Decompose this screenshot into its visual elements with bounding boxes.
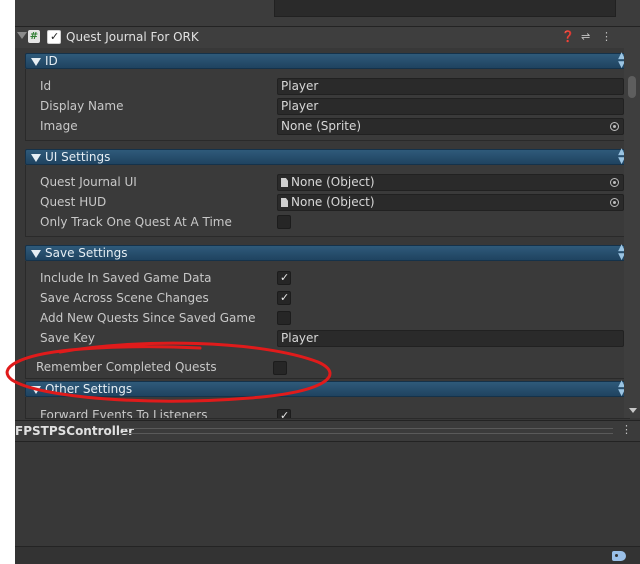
checkmark-icon: ✓ bbox=[50, 30, 60, 43]
object-picker-icon[interactable] bbox=[610, 198, 619, 207]
script-icon: # bbox=[28, 30, 40, 43]
forward-events-checkbox[interactable]: ✓ bbox=[277, 409, 291, 419]
drag-handle[interactable] bbox=[121, 428, 613, 434]
quest-journal-ui-value: None (Object) bbox=[291, 175, 375, 189]
file-icon bbox=[281, 198, 288, 207]
section-header-ui-settings[interactable]: UI Settings ▲ ▼ bbox=[25, 148, 630, 166]
field-label-include-saved: Include In Saved Game Data bbox=[40, 271, 212, 285]
vertical-scrollbar[interactable] bbox=[624, 48, 640, 418]
field-label-add-new-quests: Add New Quests Since Saved Game bbox=[40, 311, 256, 325]
quest-hud-value: None (Object) bbox=[291, 195, 375, 209]
section-header-other-settings[interactable]: Other Settings ▲ ▼ bbox=[25, 380, 630, 398]
image-object-field[interactable]: None (Sprite) bbox=[277, 118, 624, 135]
section-foldout-icon bbox=[31, 250, 41, 258]
field-label-only-track-one: Only Track One Quest At A Time bbox=[40, 215, 232, 229]
display-name-field[interactable]: Player bbox=[277, 98, 624, 115]
component-enabled-checkbox[interactable]: ✓ bbox=[47, 30, 61, 44]
image-field-value: None (Sprite) bbox=[281, 119, 362, 133]
object-picker-icon[interactable] bbox=[610, 178, 619, 187]
field-label-id: Id bbox=[40, 79, 52, 93]
section-foldout-icon bbox=[31, 58, 41, 66]
save-across-checkbox[interactable]: ✓ bbox=[277, 291, 291, 305]
kebab-menu-icon[interactable]: ⋮ bbox=[621, 424, 632, 436]
section-header-id[interactable]: ID ▲ ▼ bbox=[25, 52, 630, 70]
component-header-fpstpscontroller[interactable]: FPSTPSController ⋮ bbox=[15, 420, 640, 442]
checkmark-icon: ✓ bbox=[280, 409, 290, 419]
checkmark-icon: ✓ bbox=[280, 271, 290, 284]
only-track-one-checkbox[interactable] bbox=[277, 215, 291, 229]
field-label-save-across: Save Across Scene Changes bbox=[40, 291, 209, 305]
section-title: UI Settings bbox=[45, 150, 111, 164]
section-foldout-icon bbox=[31, 386, 41, 394]
section-body-id: Id Player Display Name Player Image None… bbox=[25, 69, 630, 141]
help-icon[interactable]: ❓ bbox=[561, 31, 575, 43]
section-title: Other Settings bbox=[45, 382, 133, 396]
field-label-quest-journal-ui: Quest Journal UI bbox=[40, 175, 137, 189]
field-label-forward-events: Forward Events To Listeners bbox=[40, 408, 208, 419]
presets-icon[interactable]: ⇌ bbox=[581, 31, 590, 43]
quest-journal-ui-field[interactable]: None (Object) bbox=[277, 174, 624, 191]
add-new-quests-checkbox[interactable] bbox=[277, 311, 291, 325]
component-title: FPSTPSController bbox=[15, 424, 135, 438]
remember-completed-checkbox[interactable] bbox=[273, 361, 287, 375]
object-picker-icon[interactable] bbox=[610, 122, 619, 131]
section-title: Save Settings bbox=[45, 246, 128, 260]
section-body-other-settings: Forward Events To Listeners ✓ bbox=[25, 397, 630, 419]
section-body-save-settings: Include In Saved Game Data ✓ Save Across… bbox=[25, 261, 630, 379]
scrollbar-thumb[interactable] bbox=[628, 76, 636, 98]
field-label-display-name: Display Name bbox=[40, 99, 124, 113]
component-header[interactable]: # ✓ Quest Journal For ORK ❓ ⇌ ⋮ bbox=[15, 27, 640, 48]
scroll-down-arrow-icon[interactable] bbox=[629, 408, 637, 413]
bottom-status-bar bbox=[15, 546, 640, 564]
kebab-menu-icon[interactable]: ⋮ bbox=[601, 31, 612, 43]
section-title: ID bbox=[45, 54, 58, 68]
save-key-field[interactable]: Player bbox=[277, 330, 624, 347]
previous-component-remnant bbox=[15, 0, 640, 27]
id-field[interactable]: Player bbox=[277, 78, 624, 95]
field-label-remember-completed: Remember Completed Quests bbox=[36, 360, 217, 374]
component-title: Quest Journal For ORK bbox=[66, 30, 199, 44]
field-label-save-key: Save Key bbox=[40, 331, 96, 345]
section-body-ui-settings: Quest Journal UI None (Object) Quest HUD… bbox=[25, 165, 630, 237]
field-label-quest-hud: Quest HUD bbox=[40, 195, 107, 209]
inspector-panel: # ✓ Quest Journal For ORK ❓ ⇌ ⋮ ID ▲ ▼ Id… bbox=[15, 0, 640, 564]
previous-field[interactable] bbox=[274, 0, 616, 17]
section-header-save-settings[interactable]: Save Settings ▲ ▼ bbox=[25, 244, 630, 262]
section-foldout-icon bbox=[31, 154, 41, 162]
tag-icon[interactable] bbox=[612, 551, 626, 561]
foldout-arrow-icon[interactable] bbox=[17, 32, 27, 39]
file-icon bbox=[281, 178, 288, 187]
field-label-image: Image bbox=[40, 119, 78, 133]
quest-hud-field[interactable]: None (Object) bbox=[277, 194, 624, 211]
include-saved-checkbox[interactable]: ✓ bbox=[277, 271, 291, 285]
checkmark-icon: ✓ bbox=[280, 291, 290, 304]
